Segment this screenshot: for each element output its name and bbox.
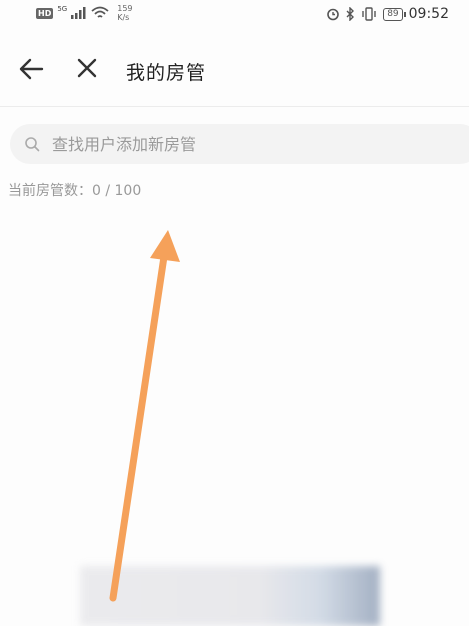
clock: 09:52	[408, 6, 449, 22]
status-bar: HD 5G 159 K/s 89 09:52	[0, 0, 469, 32]
hd-badge: HD	[36, 7, 54, 19]
search-icon	[25, 137, 40, 152]
search-input[interactable]	[50, 133, 434, 155]
moderator-count: 当前房管数：0 / 100	[8, 183, 142, 199]
network-type-label: 5G	[57, 5, 68, 13]
blurred-content	[80, 566, 380, 626]
status-left: HD 5G 159 K/s	[36, 4, 133, 22]
nav-header: 我的房管	[0, 40, 469, 102]
alarm-icon	[327, 8, 339, 21]
header-divider	[0, 106, 469, 107]
network-speed-unit: K/s	[117, 13, 130, 22]
vibrate-icon	[362, 7, 376, 21]
signal-icon	[71, 7, 86, 19]
battery-icon: 89	[383, 7, 407, 21]
page-title: 我的房管	[126, 62, 207, 84]
bluetooth-icon	[346, 7, 355, 21]
network-speed: 159 K/s	[117, 4, 132, 22]
search-bar[interactable]	[10, 124, 469, 164]
close-icon[interactable]	[76, 57, 98, 79]
network-speed-value: 159	[117, 4, 133, 13]
back-arrow-icon[interactable]	[18, 56, 44, 82]
status-right: 89 09:52	[326, 6, 449, 22]
wifi-icon	[91, 6, 109, 18]
